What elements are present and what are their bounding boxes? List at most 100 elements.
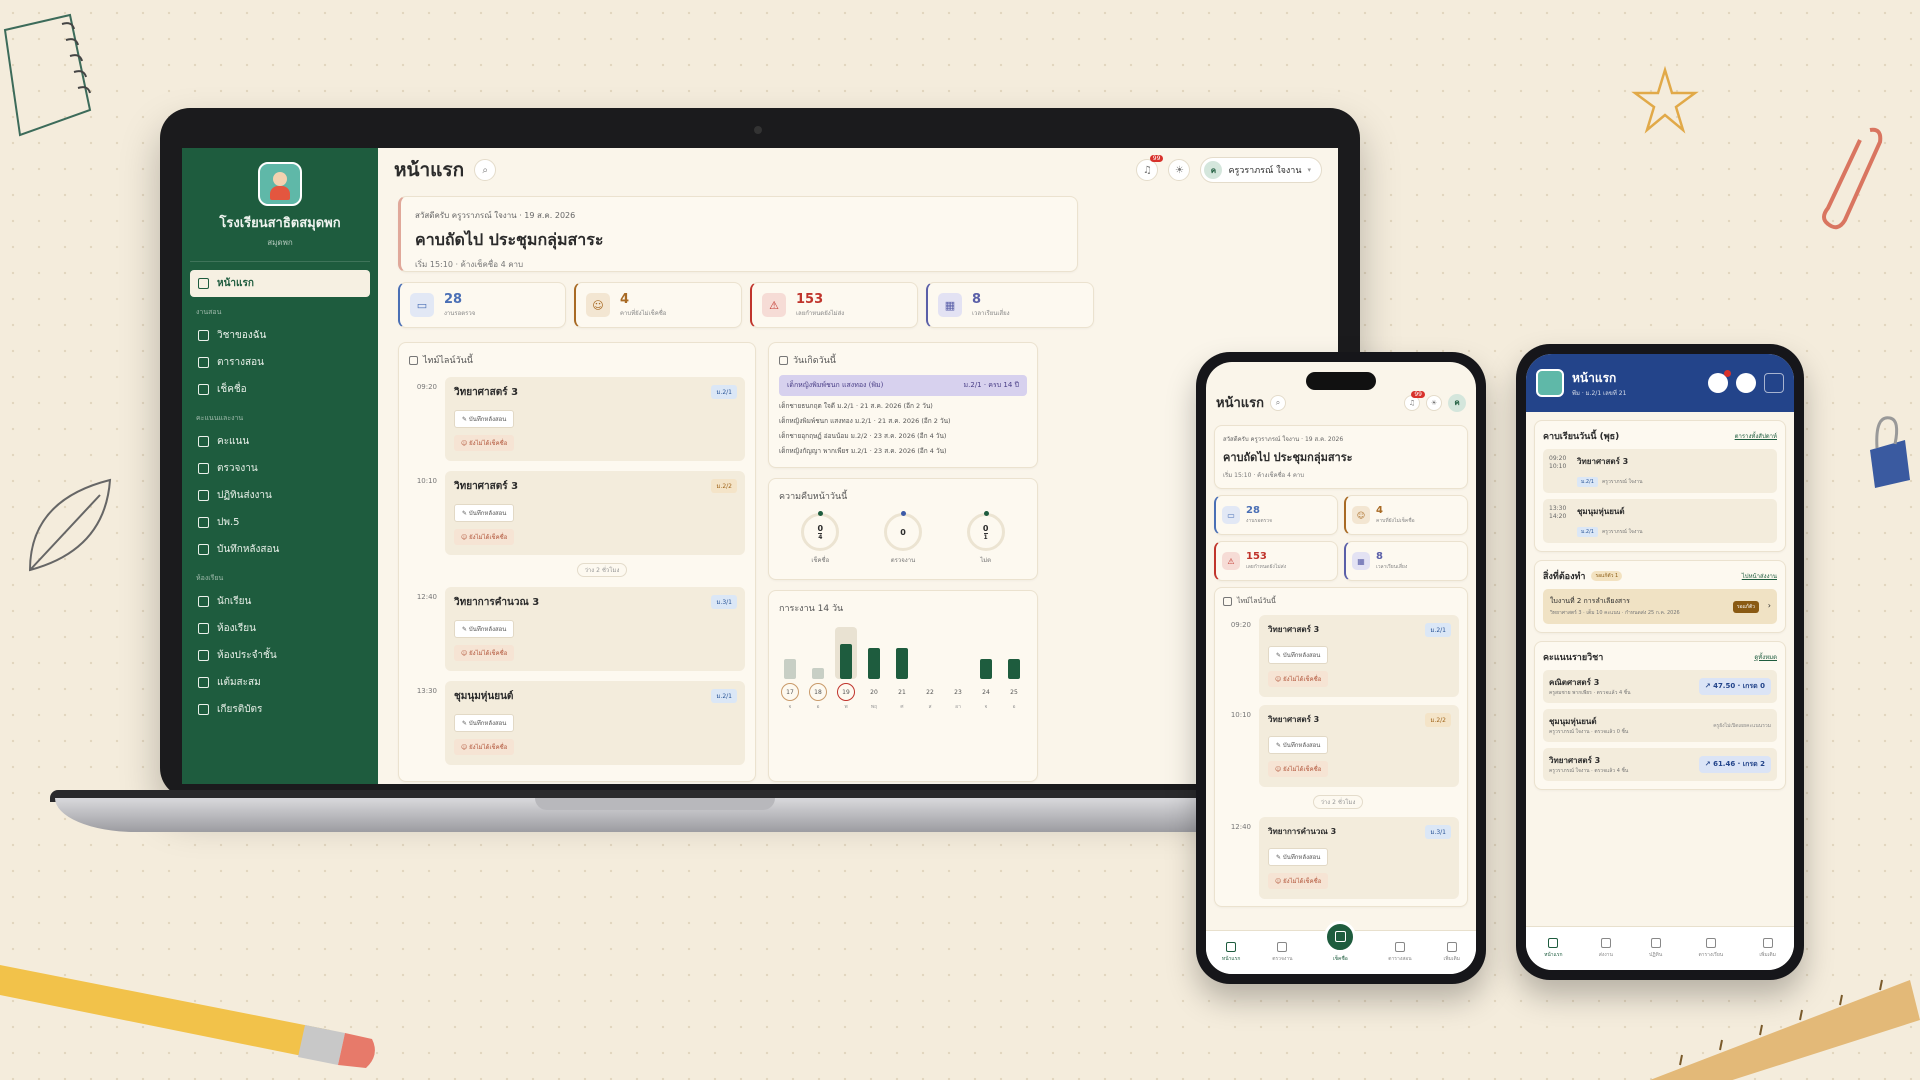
sun-icon[interactable] <box>1736 373 1756 393</box>
tab-3[interactable]: ตารางเรียน <box>1698 938 1723 959</box>
day-label[interactable]: 21 ศ <box>891 683 913 711</box>
sidebar-item[interactable]: ตรวจงาน <box>190 455 370 482</box>
take-attendance-button[interactable]: ☺ ยังไม่ได้เช็คชื่อ <box>454 739 515 755</box>
tab-1[interactable]: ตรวจงาน <box>1272 942 1293 963</box>
stat-card[interactable]: ⚠ 153 เลยกำหนดยังไม่ส่ง <box>1214 541 1338 581</box>
class-card[interactable]: วิทยาการคำนวณ 3 ม.3/1 ✎ บันทึกหลังสอน ☺ ยัง… <box>1259 817 1459 899</box>
timeline-slot: 09:20 วิทยาศาสตร์ 3 ม.2/1 ✎ บันทึกหลังสอน ☺ … <box>409 377 745 461</box>
class-card[interactable]: วิทยาศาสตร์ 3 ม.2/1 ✎ บันทึกหลังสอน ☺ ยังไม… <box>1259 615 1459 697</box>
search-button[interactable]: ⌕ <box>1270 394 1286 411</box>
stat-card[interactable]: ▭ 28 งานรอตรวจ <box>398 282 566 328</box>
day-label[interactable]: 18 อ <box>807 683 829 711</box>
todo-item[interactable]: ใบงานที่ 2 การลำเลียงสาร วิทยาศาสตร์ 3 ·… <box>1543 589 1777 624</box>
class-card[interactable]: วิทยาศาสตร์ 3 ม.2/2 ✎ บันทึกหลังสอน ☺ ยังไม… <box>445 471 745 555</box>
tab-2[interactable]: ปฏิทิน <box>1649 938 1662 959</box>
class-card[interactable]: ชุมนุมหุ่นยนต์ ม.2/1 ✎ บันทึกหลังสอน ☺ ยังไ… <box>445 681 745 765</box>
post-class-note-button[interactable]: ✎ บันทึกหลังสอน <box>1268 736 1329 754</box>
day-label[interactable]: 23 อา <box>947 683 969 711</box>
take-attendance-button[interactable]: ☺ ยังไม่ได้เช็คชื่อ <box>454 645 515 661</box>
tab-4[interactable]: เพิ่มเติม <box>1444 942 1460 963</box>
attendance-bar <box>980 659 992 679</box>
sidebar-item[interactable]: หน้าแรก <box>190 270 370 297</box>
day-label[interactable]: 22 ส <box>919 683 941 711</box>
post-class-note-button[interactable]: ✎ บันทึกหลังสอน <box>1268 848 1329 866</box>
sidebar-item[interactable]: ห้องเรียน <box>190 615 370 642</box>
class-item[interactable]: 09:20 10:10 วิทยาศาสตร์ 3 ม.2/1 ครูวราภรณ์ … <box>1543 449 1777 493</box>
attendance-bar <box>812 668 824 679</box>
stat-card[interactable]: ☺ 4 คาบที่ยังไม่เช็คชื่อ <box>574 282 742 328</box>
class-card[interactable]: วิทยาศาสตร์ 3 ม.2/1 ✎ บันทึกหลังสอน ☺ ยังไม… <box>445 377 745 461</box>
sidebar-item[interactable]: ตารางสอน <box>190 349 370 376</box>
next-class-card[interactable]: สวัสดีครับ ครูวราภรณ์ ใจงาน · 19 ส.ค. 20… <box>1214 425 1468 489</box>
tab-3[interactable]: ตารางสอน <box>1388 942 1412 963</box>
day-label[interactable]: 25 อ <box>1003 683 1025 711</box>
ring-label: ตรวจงาน <box>890 557 916 564</box>
notification-button[interactable]: ♫ 99 <box>1136 155 1164 181</box>
post-class-note-button[interactable]: ✎ บันทึกหลังสอน <box>454 714 515 732</box>
stat-card[interactable]: ▭ 28 งานรอตรวจ <box>1214 495 1338 535</box>
sidebar-item[interactable]: ปพ.5 <box>190 509 370 536</box>
sun-icon[interactable]: ☀ <box>1426 394 1442 411</box>
schedule-link[interactable]: ตารางทั้งสัปดาห์ <box>1735 431 1777 441</box>
sidebar-item[interactable]: เช็คชื่อ <box>190 376 370 403</box>
sidebar-item[interactable]: ห้องประจำชั้น <box>190 642 370 669</box>
next-class-card[interactable]: สวัสดีครับ ครูวราภรณ์ ใจงาน · 19 ส.ค. 20… <box>398 196 1078 272</box>
sidebar-item[interactable]: บันทึกหลังสอน <box>190 536 370 563</box>
take-attendance-button[interactable]: ☺ ยังไม่ได้เช็คชื่อ <box>1268 761 1329 777</box>
search-button[interactable]: ⌕ <box>474 159 497 181</box>
sidebar-item[interactable]: ปฏิทินส่งงาน <box>190 482 370 509</box>
day-label[interactable]: 24 จ <box>975 683 997 711</box>
take-attendance-button[interactable]: ☺ ยังไม่ได้เช็คชื่อ <box>454 529 515 545</box>
logout-icon[interactable] <box>1764 373 1784 393</box>
sidebar-item[interactable]: วิชาของฉัน <box>190 322 370 349</box>
birthday-row[interactable]: เด็กชายธนกฤต ใจดี ม.2/1 · 21 ส.ค. 2026 (… <box>779 401 1027 411</box>
user-menu[interactable]: ค ครูวราภรณ์ ใจงาน ▾ <box>1200 157 1322 183</box>
birthday-row[interactable]: เด็กหญิงกัญญา พากเพียร ม.2/1 · 23 ส.ค. 2… <box>779 446 1027 456</box>
bell-icon[interactable] <box>1708 370 1731 393</box>
sidebar-item[interactable]: แต้มสะสม <box>190 669 370 696</box>
sidebar-item[interactable]: นักเรียน <box>190 588 370 615</box>
take-attendance-button[interactable]: ☺ ยังไม่ได้เช็คชื่อ <box>454 435 515 451</box>
birthday-row[interactable]: เด็กหญิงพิมพ์ชนก แสงทอง ม.2/1 · 21 ส.ค. … <box>779 416 1027 426</box>
notification-button[interactable]: ♫ 99 <box>1404 390 1425 411</box>
score-row[interactable]: วิทยาศาสตร์ 3 ครูวราภรณ์ ใจงาน · ตรวจแล้ว… <box>1543 748 1777 781</box>
stat-card[interactable]: ⚠ 153 เลยกำหนดยังไม่ส่ง <box>750 282 918 328</box>
tab-4[interactable]: เพิ่มเติม <box>1759 938 1776 959</box>
take-attendance-button[interactable]: ☺ ยังไม่ได้เช็คชื่อ <box>1268 671 1329 687</box>
tab-1[interactable]: ส่งงาน <box>1599 938 1613 959</box>
todo-link[interactable]: ไปหน้าส่งงาน <box>1742 571 1777 581</box>
post-class-note-button[interactable]: ✎ บันทึกหลังสอน <box>454 410 515 428</box>
post-class-note-button[interactable]: ✎ บันทึกหลังสอน <box>454 504 515 522</box>
day-label[interactable]: 20 พฤ <box>863 683 885 711</box>
phone-topbar: หน้าแรก ⌕ ♫ 99 ☀ ค <box>1206 362 1476 419</box>
theme-toggle-button[interactable]: ☀ <box>1168 159 1191 181</box>
sidebar-nav: หน้าแรก งานสอน วิชาของฉัน ตารางสอน เช็คชื่อค… <box>190 270 370 723</box>
class-card[interactable]: วิทยาการคำนวณ 3 ม.3/1 ✎ บันทึกหลังสอน ☺ ยัง… <box>445 587 745 671</box>
score-row[interactable]: คณิตศาสตร์ 3 ครูสมชาย พากเพียร · ตรวจแล้ว… <box>1543 670 1777 703</box>
birthday-highlight[interactable]: เด็กหญิงพิมพ์ชนก แสงทอง (พิม) ม.2/1 · คร… <box>779 375 1027 396</box>
ring-indicator <box>900 511 906 516</box>
day-label[interactable]: 17 จ <box>779 683 801 711</box>
stat-card[interactable]: ▦ 8 เวลาเรียนเสี่ยง <box>1344 541 1468 581</box>
tab-0[interactable]: หน้าแรก <box>1544 938 1563 959</box>
post-class-note-button[interactable]: ✎ บันทึกหลังสอน <box>454 620 515 638</box>
class-card[interactable]: วิทยาศาสตร์ 3 ม.2/2 ✎ บันทึกหลังสอน ☺ ยังไม… <box>1259 705 1459 787</box>
class-item[interactable]: 13:30 14:20 ชุมนุมหุ่นยนต์ ม.2/1 ครูวราภรณ์… <box>1543 499 1777 543</box>
phone-page-title: หน้าแรก <box>1216 396 1264 411</box>
fab-attendance-button[interactable] <box>1324 920 1357 953</box>
stat-card[interactable]: ▦ 8 เวลาเรียนเสี่ยง <box>926 282 1094 328</box>
sidebar-item[interactable]: เกียรติบัตร <box>190 696 370 723</box>
take-attendance-button[interactable]: ☺ ยังไม่ได้เช็คชื่อ <box>1268 873 1329 889</box>
tab-0[interactable]: หน้าแรก <box>1222 942 1240 963</box>
birthday-row[interactable]: เด็กชายอุกฤษฏ์ อ่อนน้อม ม.2/2 · 23 ส.ค. … <box>779 431 1027 441</box>
scores-link[interactable]: ดูทั้งหมด <box>1754 652 1777 662</box>
sidebar-item[interactable]: คะแนน <box>190 428 370 455</box>
avatar[interactable]: ค <box>1448 393 1466 412</box>
stat-card[interactable]: ☺ 4 คาบที่ยังไม่เช็คชื่อ <box>1344 495 1468 535</box>
score-row[interactable]: ชุมนุมหุ่นยนต์ ครูวราภรณ์ ใจงาน · ตรวจแล้… <box>1543 709 1777 742</box>
notification-badge: 99 <box>1149 155 1164 162</box>
tab-2[interactable]: เช็คชื่อ <box>1324 920 1357 963</box>
post-class-note-button[interactable]: ✎ บันทึกหลังสอน <box>1268 646 1329 664</box>
day-label[interactable]: 19 พ <box>835 683 857 711</box>
calendar-icon: ▦ <box>1352 552 1370 570</box>
